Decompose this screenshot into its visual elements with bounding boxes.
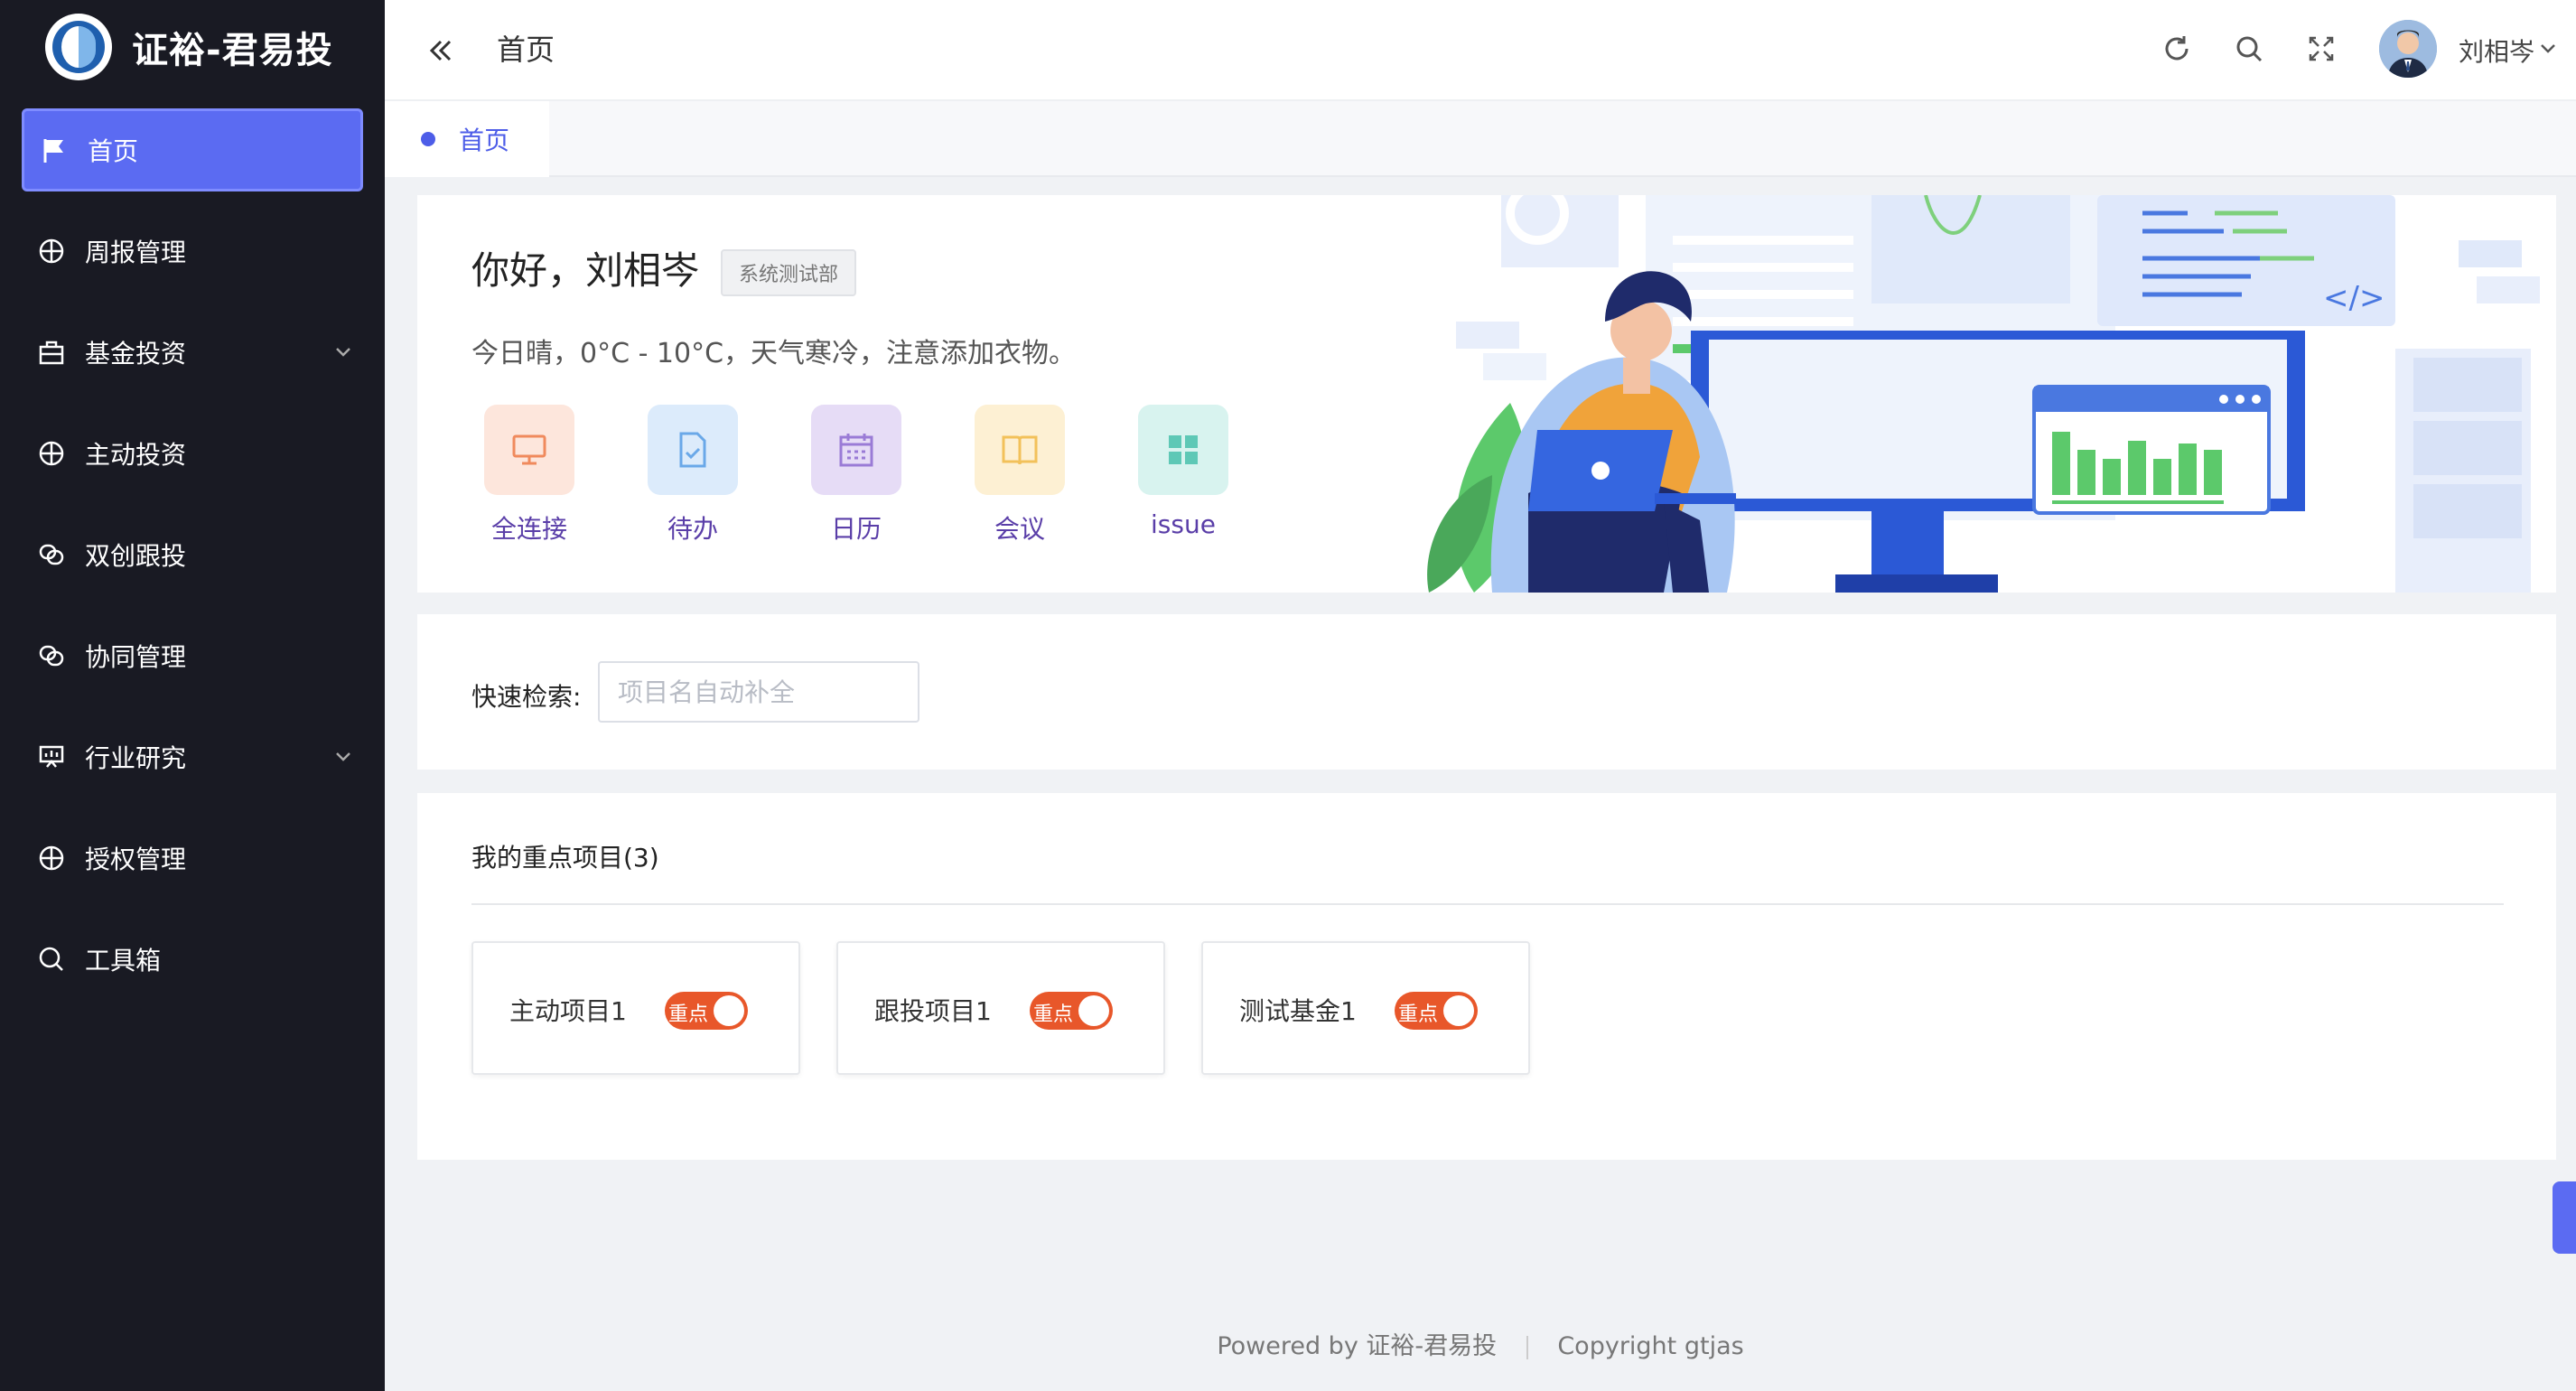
copyright: Copyright gtjas: [1557, 1332, 1744, 1360]
sidebar-item-label: 协同管理: [85, 642, 187, 672]
crosshair-icon: [36, 438, 67, 469]
key-projects-card: 我的重点项目(3) 主动项目1 重点 跟投项目1 重点 测试基金1 重点: [417, 793, 2556, 1160]
quick-link-label: issue: [1151, 509, 1216, 539]
search-label: 快速检索:: [471, 682, 582, 712]
presentation-icon: [36, 742, 67, 772]
quick-link-meeting[interactable]: 会议: [957, 405, 1083, 546]
weather-text: 今日晴，0°C - 10°C，天气寒冷，注意添加衣物。: [471, 338, 1077, 369]
sidebar-item-fund-investment[interactable]: 基金投资: [22, 311, 363, 394]
crosshair-icon: [36, 843, 67, 873]
key-project-toggle[interactable]: 重点: [1395, 992, 1478, 1030]
book-icon: [975, 405, 1065, 495]
crosshair-icon: [36, 236, 67, 266]
sidebar-item-collaboration[interactable]: 协同管理: [22, 614, 363, 697]
sidebar-item-label: 授权管理: [85, 845, 187, 874]
side-drawer-handle[interactable]: [2553, 1181, 2576, 1254]
logo-icon: [45, 14, 112, 80]
flag-icon: [39, 135, 70, 165]
section-title: 我的重点项目(3): [471, 843, 659, 873]
search-input[interactable]: [598, 661, 919, 723]
tabs-bar: 首页: [385, 101, 2576, 177]
sidebar-item-toolbox[interactable]: 工具箱: [22, 918, 363, 1001]
tab-home[interactable]: 首页: [385, 101, 549, 177]
sidebar-item-label: 行业研究: [85, 743, 187, 773]
quick-link-calendar[interactable]: 日历: [793, 405, 919, 546]
app-title: 证裕-君易投: [132, 30, 333, 71]
quick-search-card: 快速检索:: [417, 614, 2556, 770]
chevron-down-icon: [336, 752, 350, 761]
sidebar-item-label: 基金投资: [85, 339, 187, 369]
project-name: 跟投项目1: [874, 996, 992, 1026]
search-icon[interactable]: [2231, 31, 2267, 67]
collapse-sidebar-icon[interactable]: [421, 31, 461, 70]
divider: [471, 903, 2504, 905]
svg-text:</>: </>: [2323, 280, 2385, 316]
project-card[interactable]: 测试基金1 重点: [1201, 941, 1530, 1075]
sidebar-item-weekly-report[interactable]: 周报管理: [22, 210, 363, 293]
refresh-icon[interactable]: [2159, 31, 2195, 67]
sidebar-menu: 首页 周报管理 基金投资 主动投资 双创跟投 协同管理 行业研究 授权管理 工具…: [0, 108, 385, 1001]
quick-link-full-connect[interactable]: 全连接: [466, 405, 593, 546]
fullscreen-icon[interactable]: [2303, 31, 2339, 67]
link-icon: [36, 640, 67, 671]
toggle-label: 重点: [1033, 1004, 1074, 1026]
quick-link-issue[interactable]: issue: [1120, 405, 1246, 539]
document-check-icon: [648, 405, 738, 495]
welcome-illustration: </>: [1427, 195, 2540, 593]
chevron-down-icon[interactable]: [2536, 36, 2560, 60]
toggle-label: 重点: [668, 1004, 709, 1026]
sidebar-item-label: 主动投资: [85, 440, 187, 470]
brand[interactable]: 证裕-君易投: [0, 0, 385, 94]
project-name: 测试基金1: [1239, 996, 1357, 1026]
toggle-knob: [1078, 995, 1109, 1026]
sidebar-item-industry-research[interactable]: 行业研究: [22, 715, 363, 798]
sidebar: 证裕-君易投 首页 周报管理 基金投资 主动投资 双创跟投 协同管理 行业研究 …: [0, 0, 385, 1391]
top-header: 首页 刘相岑: [385, 0, 2576, 101]
sidebar-item-co-investment[interactable]: 双创跟投: [22, 513, 363, 596]
sidebar-item-active-investment[interactable]: 主动投资: [22, 412, 363, 495]
search-icon: [36, 944, 67, 975]
quick-link-todo[interactable]: 待办: [630, 405, 756, 546]
project-card[interactable]: 跟投项目1 重点: [836, 941, 1165, 1075]
key-project-toggle[interactable]: 重点: [665, 992, 748, 1030]
toggle-knob: [1443, 995, 1474, 1026]
grid-icon: [1138, 405, 1228, 495]
calendar-icon: [811, 405, 901, 495]
welcome-card: 你好，刘相岑 系统测试部 今日晴，0°C - 10°C，天气寒冷，注意添加衣物。…: [417, 195, 2556, 593]
chevron-down-icon: [336, 348, 350, 357]
department-badge: 系统测试部: [721, 249, 857, 296]
breadcrumb: 首页: [497, 33, 555, 67]
project-card[interactable]: 主动项目1 重点: [471, 941, 800, 1075]
avatar[interactable]: [2379, 20, 2437, 78]
sidebar-item-authorization[interactable]: 授权管理: [22, 817, 363, 900]
toggle-label: 重点: [1398, 1004, 1439, 1026]
key-project-toggle[interactable]: 重点: [1030, 992, 1113, 1030]
greeting: 你好，刘相岑: [471, 248, 700, 293]
quick-link-label: 日历: [830, 514, 882, 544]
quick-link-label: 全连接: [490, 514, 567, 544]
username[interactable]: 刘相岑: [2459, 33, 2534, 69]
link-icon: [36, 539, 67, 570]
divider: [1526, 1335, 1528, 1359]
sidebar-item-home[interactable]: 首页: [22, 108, 363, 191]
quick-link-label: 会议: [994, 514, 1045, 544]
sidebar-item-label: 周报管理: [85, 238, 187, 267]
toggle-knob: [714, 995, 744, 1026]
project-name: 主动项目1: [509, 996, 627, 1026]
tab-label: 首页: [459, 126, 510, 155]
quick-link-label: 待办: [667, 514, 718, 544]
sidebar-item-label: 工具箱: [85, 946, 162, 976]
footer: Powered by 证裕-君易投 Copyright gtjas: [385, 1326, 2576, 1361]
monitor-icon: [484, 405, 574, 495]
briefcase-icon: [36, 337, 67, 368]
sidebar-item-label: 双创跟投: [85, 541, 187, 571]
active-dot-icon: [421, 132, 435, 146]
sidebar-item-label: 首页: [88, 136, 139, 166]
powered-by: Powered by 证裕-君易投: [1217, 1332, 1498, 1360]
